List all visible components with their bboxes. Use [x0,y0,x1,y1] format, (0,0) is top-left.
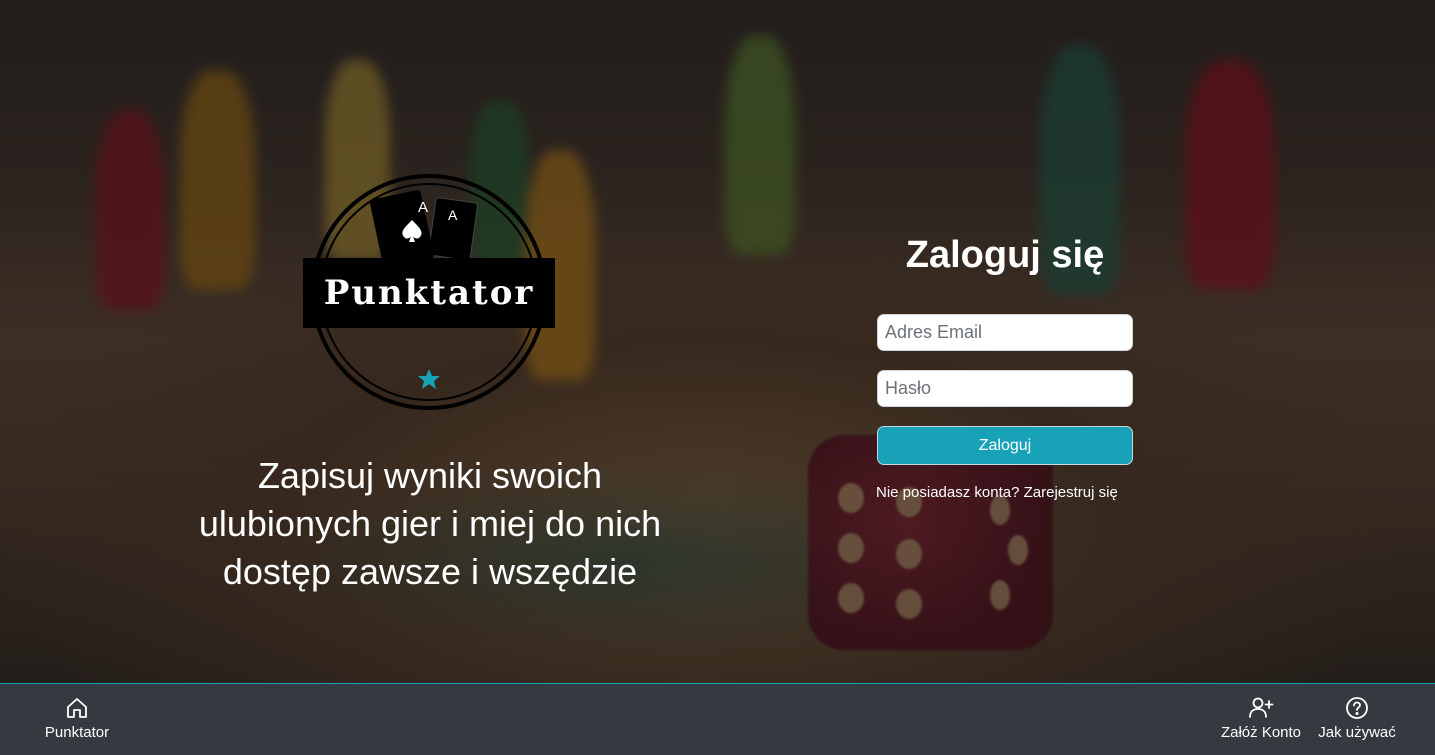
nav-help[interactable]: Jak używać [1314,696,1400,741]
playing-cards-icon: A A [370,190,478,268]
punktator-logo: A A Punktator [300,170,558,418]
svg-text:A: A [418,199,428,216]
nav-home[interactable]: Punktator [42,696,112,741]
nav-register-label: Załóż Konto [1220,724,1302,741]
login-title: Zaloguj się [905,234,1105,276]
bottom-navbar: Punktator Załóż Konto Jak używać [0,683,1435,755]
hero-tagline: Zapisuj wyniki swoich ulubionych gier i … [150,452,710,596]
password-input[interactable] [877,370,1133,407]
home-icon [67,698,87,718]
tagline-line: dostęp zawsze i wszędzie [222,551,638,592]
nav-home-label: Punktator [44,724,110,741]
register-link[interactable]: Zarejestruj się [1024,484,1118,501]
star-icon [418,369,440,389]
help-icon [1346,697,1368,719]
svg-text:Punktator: Punktator [324,273,535,313]
login-button[interactable]: Zaloguj [877,426,1133,465]
add-user-icon [1249,697,1274,718]
tagline-line: Zapisuj wyniki swoich [257,455,603,496]
nav-register[interactable]: Załóż Konto [1216,696,1306,741]
register-prompt: Nie posiadasz konta? Zarejestruj się [876,484,1134,501]
svg-text:A: A [448,207,458,223]
nav-help-label: Jak używać [1318,724,1396,741]
login-form: Zaloguj się Zaloguj Nie posiadasz konta?… [876,230,1134,501]
no-account-text: Nie posiadasz konta? [876,484,1020,501]
email-input[interactable] [877,314,1133,351]
tagline-line: ulubionych gier i miej do nich [198,503,662,544]
